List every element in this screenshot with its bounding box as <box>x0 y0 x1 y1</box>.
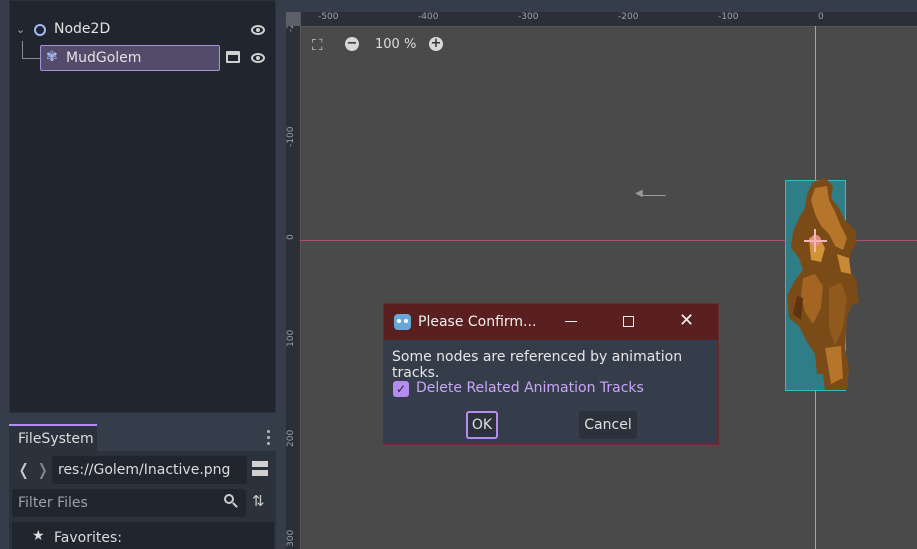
filesystem-tab-label: FileSystem <box>18 430 94 447</box>
confirm-dialog: Please Confirm... ✕ Some nodes are refer… <box>383 303 719 445</box>
ruler-label: -300 <box>518 12 539 22</box>
favorites-label[interactable]: Favorites: <box>54 530 122 546</box>
dialog-message: Some nodes are referenced by animation t… <box>392 349 683 381</box>
minimize-icon[interactable] <box>565 321 577 322</box>
mud-golem-sprite[interactable] <box>785 178 860 392</box>
ok-button[interactable]: OK <box>466 411 498 439</box>
filter-files-input[interactable]: Filter Files <box>12 489 246 517</box>
split-mode-icon[interactable] <box>252 461 268 477</box>
left-dock: ⌄ Node2D ✾ MudGolem FileSystem ❬ ❭ res:/… <box>0 0 286 549</box>
forward-arrow-icon[interactable]: ❭ <box>36 460 49 479</box>
ruler-label: 300 <box>286 529 296 547</box>
ruler-label: 100 <box>286 329 296 347</box>
godot-logo-icon <box>394 314 411 330</box>
zoom-reset-icon[interactable]: ⛶ <box>312 36 323 54</box>
ruler-label: -100 <box>718 12 739 22</box>
pivot-cross <box>814 229 816 252</box>
ruler-label: -500 <box>318 12 339 22</box>
sort-icon[interactable]: ⇅ <box>252 492 265 510</box>
tree-connector-line <box>22 58 40 59</box>
maximize-icon[interactable] <box>623 316 634 327</box>
dialog-titlebar[interactable]: Please Confirm... ✕ <box>384 304 718 340</box>
arrow-line <box>640 195 666 196</box>
ruler-label: -400 <box>418 12 439 22</box>
ruler-corner <box>286 12 300 26</box>
collapse-arrow-icon[interactable]: ⌄ <box>16 23 25 36</box>
animated-sprite-icon: ✾ <box>46 49 58 65</box>
filter-placeholder: Filter Files <box>18 495 88 511</box>
checkbox-label[interactable]: Delete Related Animation Tracks <box>416 380 644 396</box>
visibility-eye-icon[interactable] <box>251 25 265 35</box>
cancel-button[interactable]: Cancel <box>579 411 637 439</box>
tree-connector-line <box>22 41 23 58</box>
path-field[interactable]: res://Golem/Inactive.png <box>52 456 247 484</box>
close-icon[interactable]: ✕ <box>679 310 694 331</box>
tree-label-mudgolem: MudGolem <box>66 50 142 66</box>
scene-tree-panel: ⌄ Node2D ✾ MudGolem <box>9 0 276 413</box>
zoom-level[interactable]: 100 % <box>375 37 416 52</box>
star-icon: ★ <box>32 528 45 544</box>
zoom-out-button[interactable]: − <box>345 37 359 51</box>
path-field-value: res://Golem/Inactive.png <box>58 462 231 478</box>
node2d-icon <box>34 24 46 36</box>
cancel-button-label: Cancel <box>584 417 632 433</box>
menu-dots-icon[interactable] <box>267 430 270 445</box>
ruler-label: 0 <box>818 12 824 22</box>
favorites-panel: ★ Favorites: <box>12 522 274 549</box>
zoom-in-button[interactable]: + <box>429 37 443 51</box>
ruler-label: -200 <box>618 12 639 22</box>
dialog-title: Please Confirm... <box>418 314 537 330</box>
ruler-label: -100 <box>286 126 296 147</box>
delete-tracks-checkbox[interactable]: ✓ <box>393 381 409 397</box>
viewport-top-bar <box>286 0 917 12</box>
tree-row-node2d[interactable]: ⌄ Node2D <box>10 17 275 43</box>
left-arrow-icon: ◀ <box>635 188 643 199</box>
filesystem-tab[interactable]: FileSystem <box>9 424 97 451</box>
visibility-eye-icon[interactable] <box>251 53 265 63</box>
ok-button-label: OK <box>471 417 493 433</box>
ruler-label: 0 <box>286 234 296 240</box>
ruler-label: 200 <box>286 429 296 447</box>
back-arrow-icon[interactable]: ❬ <box>17 460 30 479</box>
vertical-ruler[interactable]: -200 -100 0 100 200 300 <box>286 12 301 549</box>
clapperboard-icon[interactable] <box>226 51 240 63</box>
horizontal-ruler[interactable]: -500 -400 -300 -200 -100 0 <box>286 12 917 27</box>
tree-label-node2d: Node2D <box>54 21 111 37</box>
tree-row-mudgolem[interactable]: ✾ MudGolem <box>40 45 220 71</box>
